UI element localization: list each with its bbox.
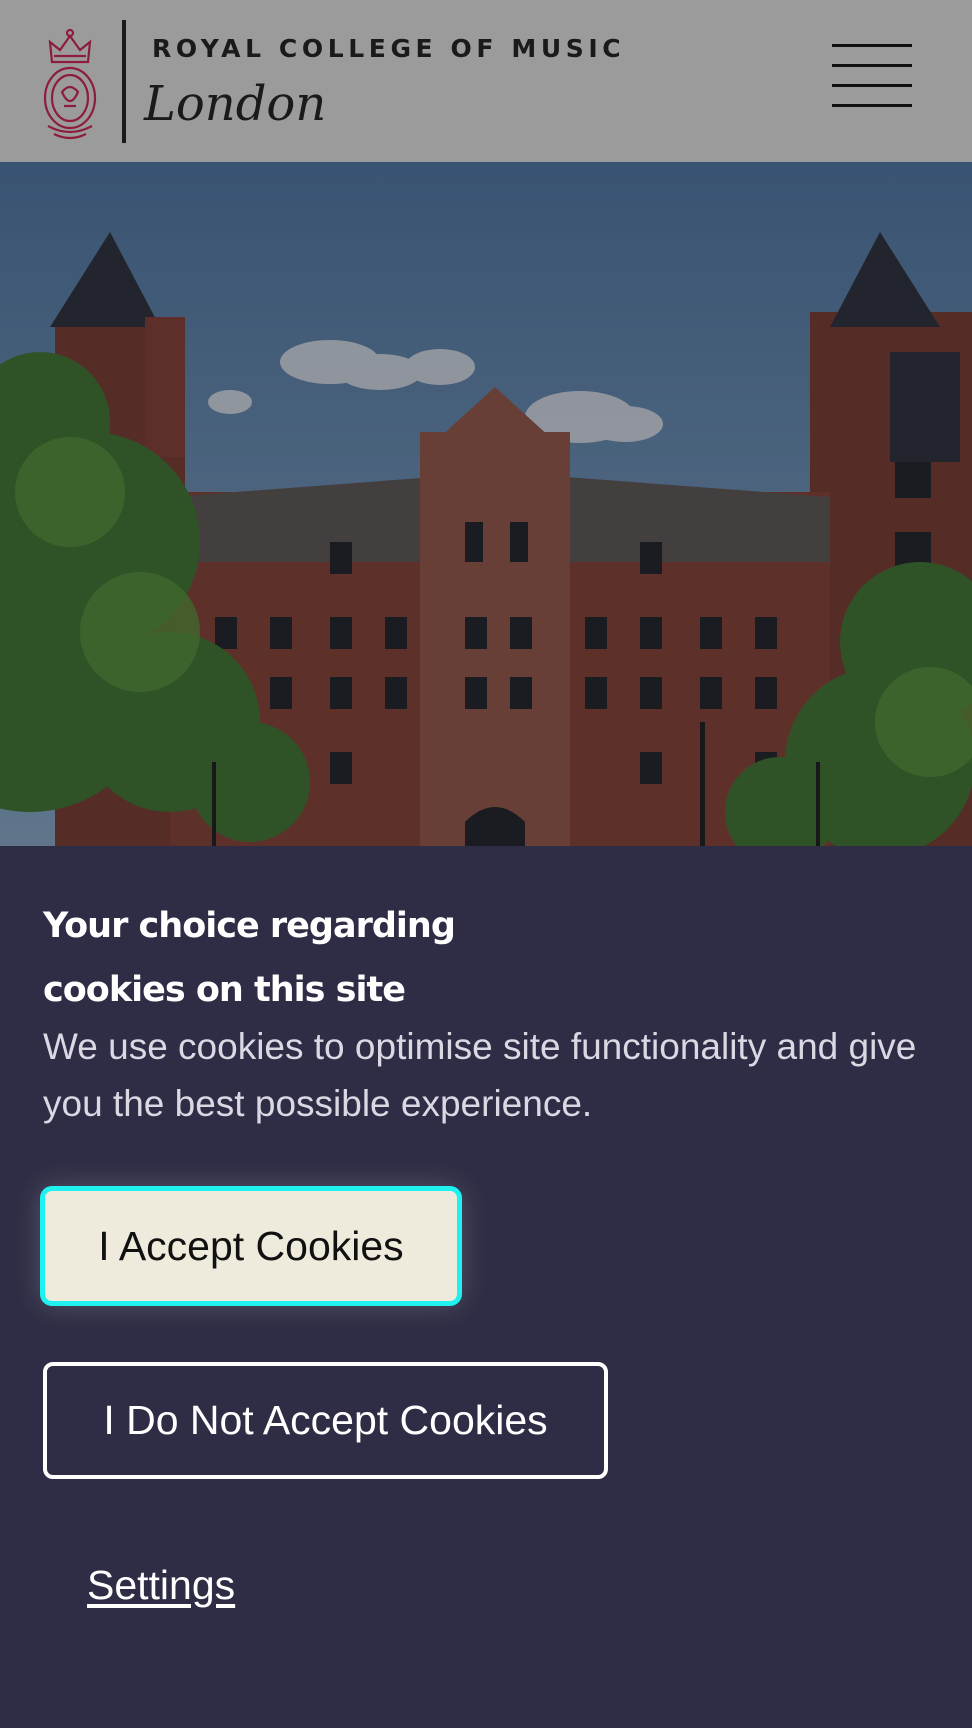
menu-bar [832,84,912,87]
hero-image [0,162,972,846]
cookie-title: Your choice regarding cookies on this si… [43,906,456,1010]
cookie-consent-panel: Your choice regarding cookies on this si… [0,846,972,1728]
accept-cookies-button[interactable]: I Accept Cookies [40,1186,462,1306]
royal-crest-icon [43,28,97,140]
menu-bar [832,104,912,107]
home-logo-link[interactable]: ROYAL COLLEGE OF MUSIC London [40,20,640,145]
cookie-settings-link[interactable]: Settings [87,1562,235,1609]
page: ROYAL COLLEGE OF MUSIC London Your choic… [0,0,972,1728]
logo-subtitle: London [144,76,327,132]
cookie-description: We use cookies to optimise site function… [43,1026,917,1124]
menu-bar [832,44,912,47]
site-header: ROYAL COLLEGE OF MUSIC London [0,0,972,162]
hero-overlay [0,162,972,846]
decline-cookies-button[interactable]: I Do Not Accept Cookies [43,1362,608,1479]
menu-bar [832,64,912,67]
logo-title: ROYAL COLLEGE OF MUSIC [152,34,626,63]
logo-divider [122,20,126,143]
hamburger-menu-icon[interactable] [830,42,914,118]
